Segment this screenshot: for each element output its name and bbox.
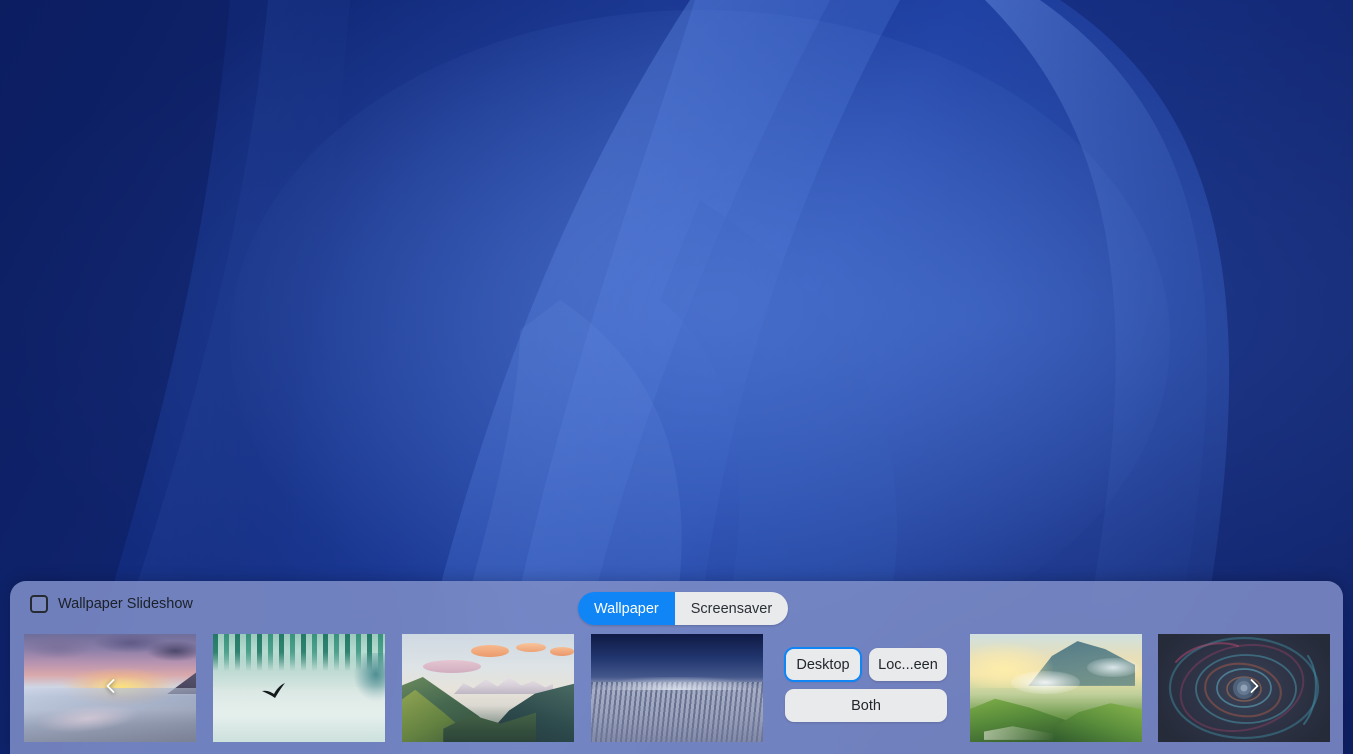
set-both-button[interactable]: Both: [785, 689, 947, 722]
desktop-root: Wallpaper Slideshow: [0, 0, 1353, 754]
set-desktop-button[interactable]: Desktop: [785, 648, 861, 681]
mode-segmented-control: Wallpaper Screensaver: [578, 592, 788, 625]
wallpaper-thumbnail-green-terraced-hills-sunrise[interactable]: [970, 634, 1142, 742]
tab-wallpaper[interactable]: Wallpaper: [578, 592, 675, 625]
wallpaper-thumbnail-alpine-mountains-pink-clouds[interactable]: [402, 634, 574, 742]
wallpaper-thumbnail-sand-dunes-night-sky[interactable]: [591, 634, 763, 742]
wallpaper-thumbnail-waterfall-with-bird[interactable]: [213, 634, 385, 742]
wallpaper-slideshow-label: Wallpaper Slideshow: [58, 596, 193, 612]
target-buttons-row-1: Desktop Loc...een: [785, 648, 947, 681]
chevron-left-icon[interactable]: [99, 674, 123, 698]
wallpaper-slideshow-toggle[interactable]: Wallpaper Slideshow: [30, 595, 193, 613]
wallpaper-target-buttons: Desktop Loc...een Both: [785, 648, 947, 722]
set-lock-screen-button[interactable]: Loc...een: [869, 648, 947, 681]
chevron-right-icon[interactable]: [1242, 674, 1266, 698]
checkbox-unchecked-icon[interactable]: [30, 595, 48, 613]
tab-screensaver[interactable]: Screensaver: [675, 592, 788, 625]
